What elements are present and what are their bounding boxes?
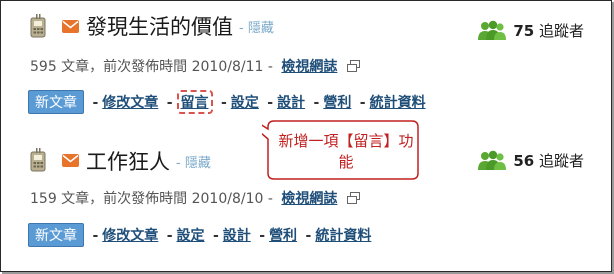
edit-posts-link[interactable]: 修改文章 xyxy=(102,228,158,244)
follower-label: 追蹤者 xyxy=(538,152,584,170)
followers-count[interactable]: 56 追蹤者 xyxy=(477,150,584,172)
post-count-and-date: 159 文章，前次發佈時間 2010/8/10 - xyxy=(30,191,273,207)
comments-highlight-box: 留言 xyxy=(176,90,213,114)
blog-meta: 159 文章，前次發佈時間 2010/8/10 - 檢視網誌 xyxy=(30,188,360,208)
new-post-button[interactable]: 新文章 xyxy=(28,223,84,247)
separator: - xyxy=(259,228,266,244)
stats-link[interactable]: 統計資料 xyxy=(315,228,371,244)
separator: - xyxy=(359,95,366,111)
separator: - xyxy=(212,228,219,244)
separator: - xyxy=(220,95,227,111)
follower-label: 追蹤者 xyxy=(538,22,584,40)
callout-text: 新增一項【留言】功能 xyxy=(278,132,414,171)
follower-number: 56 xyxy=(513,152,535,170)
separator: - xyxy=(166,95,173,111)
blog-actions: 新文章 - 修改文章 - 設定 - 設計 - 營利 - 統計資料 xyxy=(28,223,371,247)
stats-link[interactable]: 統計資料 xyxy=(370,95,426,111)
people-icon xyxy=(478,20,507,40)
blog-title[interactable]: 發現生活的價值 - 隱藏 xyxy=(86,11,274,41)
blog-title[interactable]: 工作狂人 - 隱藏 xyxy=(86,146,211,176)
view-blog-link[interactable]: 檢視網誌 xyxy=(281,59,337,75)
separator: - xyxy=(92,95,99,111)
external-link-icon[interactable] xyxy=(346,192,360,204)
hide-link[interactable]: - 隱藏 xyxy=(176,156,211,171)
design-link[interactable]: 設計 xyxy=(277,95,305,111)
edit-posts-link[interactable]: 修改文章 xyxy=(102,95,158,111)
annotation-callout: 新增一項【留言】功能 xyxy=(262,117,422,183)
people-icon xyxy=(478,150,507,170)
mail-icon[interactable] xyxy=(62,20,79,33)
view-blog-link[interactable]: 檢視網誌 xyxy=(281,191,337,207)
hide-link[interactable]: - 隱藏 xyxy=(239,21,274,36)
separator: - xyxy=(267,95,274,111)
mail-icon[interactable] xyxy=(62,154,79,167)
blog-title-text[interactable]: 發現生活的價值 xyxy=(86,15,233,39)
mobile-phone-icon[interactable] xyxy=(30,148,46,172)
comments-link[interactable]: 留言 xyxy=(181,95,209,111)
post-count-and-date: 595 文章，前次發佈時間 2010/8/11 - xyxy=(30,59,273,75)
settings-link[interactable]: 設定 xyxy=(231,95,259,111)
follower-number: 75 xyxy=(513,22,535,40)
monetize-link[interactable]: 營利 xyxy=(269,228,297,244)
mobile-phone-icon[interactable] xyxy=(30,14,46,38)
blog-meta: 595 文章，前次發佈時間 2010/8/11 - 檢視網誌 xyxy=(30,56,360,76)
separator: - xyxy=(92,228,99,244)
followers-count[interactable]: 75 追蹤者 xyxy=(477,20,584,42)
new-post-button[interactable]: 新文章 xyxy=(28,90,84,114)
blog-title-text[interactable]: 工作狂人 xyxy=(86,150,170,174)
blog-actions: 新文章 - 修改文章 - 留言 - 設定 - 設計 - 營利 - 統計資料 xyxy=(28,90,426,114)
separator: - xyxy=(313,95,320,111)
settings-link[interactable]: 設定 xyxy=(177,228,205,244)
separator: - xyxy=(166,228,173,244)
monetize-link[interactable]: 營利 xyxy=(323,95,351,111)
separator: - xyxy=(305,228,312,244)
design-link[interactable]: 設計 xyxy=(223,228,251,244)
external-link-icon[interactable] xyxy=(346,60,360,72)
